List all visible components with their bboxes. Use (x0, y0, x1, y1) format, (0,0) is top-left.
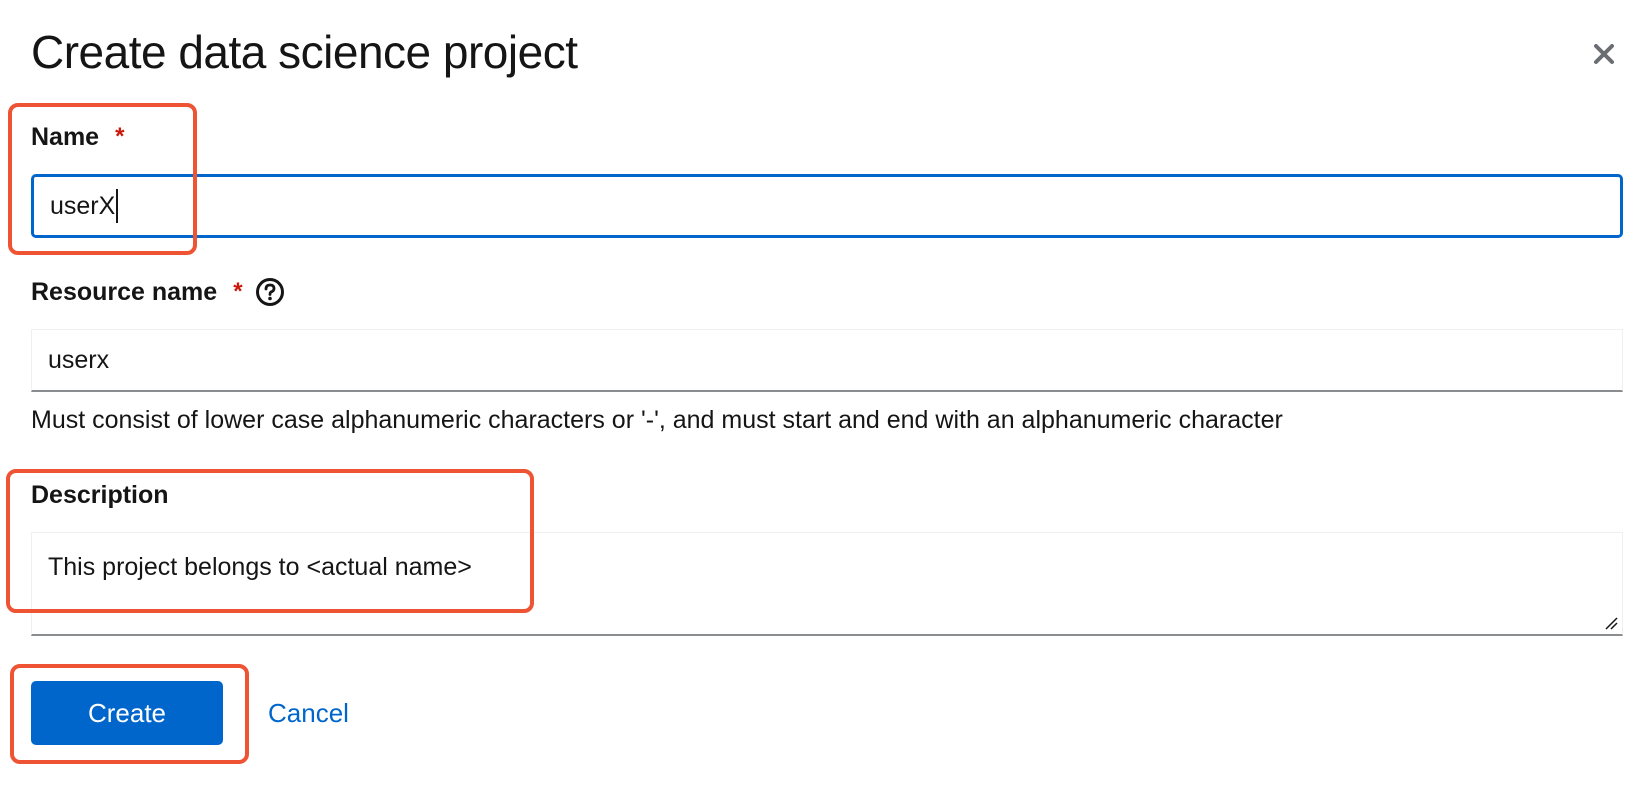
name-input[interactable]: userX (31, 174, 1623, 238)
resource-name-helper-text: Must consist of lower case alphanumeric … (31, 406, 1283, 434)
resource-name-input[interactable]: userx (31, 329, 1623, 392)
resource-name-value: userx (48, 345, 110, 374)
required-mark: * (115, 123, 125, 150)
close-icon (1594, 44, 1614, 64)
cancel-button[interactable]: Cancel (268, 681, 349, 745)
close-button[interactable] (1586, 36, 1622, 72)
required-mark: * (233, 278, 243, 305)
resource-name-label-row: Resource name * (31, 276, 285, 308)
description-label: Description (31, 481, 169, 509)
name-input-value: userX (50, 191, 116, 220)
question-circle-icon[interactable] (255, 277, 285, 307)
create-button[interactable]: Create (31, 681, 223, 745)
description-label-row: Description (31, 479, 169, 511)
name-label: Name (31, 123, 100, 151)
modal-title: Create data science project (31, 26, 578, 78)
text-cursor (116, 189, 119, 223)
description-value: This project belongs to <actual name> (48, 553, 472, 581)
resource-name-label: Resource name (31, 278, 218, 306)
resize-handle-icon[interactable] (1604, 616, 1618, 630)
description-textarea[interactable]: This project belongs to <actual name> (31, 532, 1623, 636)
create-project-modal: Create data science project Name * userX… (0, 0, 1640, 806)
name-label-row: Name * (31, 121, 124, 153)
